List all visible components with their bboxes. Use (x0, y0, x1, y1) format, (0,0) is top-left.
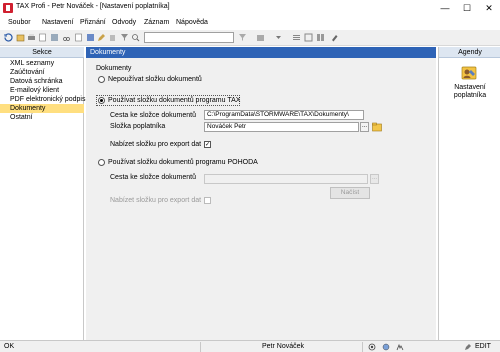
menu-zaznam[interactable]: Záznam (144, 19, 169, 26)
minimize-button[interactable]: — (434, 0, 456, 16)
tax-path-label: Cesta ke složce dokumentů (110, 112, 196, 119)
pohoda-export-label: Nabízet složku pro export dat (110, 197, 202, 204)
refresh-icon[interactable] (4, 33, 13, 42)
menu-soubor[interactable]: Soubor (8, 19, 31, 26)
open-folder-icon[interactable] (372, 122, 382, 132)
pohoda-path-field[interactable] (204, 174, 368, 184)
tax-path-field[interactable]: C:\ProgramData\STORMWARE\TAX\Dokumenty\ (204, 110, 364, 120)
section-item-pdf-podpis[interactable]: PDF elektronický podpis (0, 95, 85, 104)
delete-record-icon[interactable] (108, 33, 117, 42)
tax-export-checkbox[interactable]: ✓ (204, 141, 211, 148)
radio-no-documents[interactable] (98, 76, 105, 83)
pohoda-export-checkbox[interactable] (204, 197, 211, 204)
columns-icon[interactable] (316, 33, 325, 42)
agenda-panel-header: Agendy (439, 47, 500, 58)
export-icon[interactable] (50, 33, 59, 42)
radio-pohoda-documents[interactable] (98, 159, 105, 166)
taxpayer-settings-label[interactable]: Nastavení poplatníka (439, 84, 500, 100)
new-record-icon[interactable] (74, 33, 83, 42)
radio-tax-documents-label[interactable]: Používat složku dokumentů programu TAX (108, 97, 240, 104)
app-icon (3, 3, 13, 13)
section-item-xml-seznamy[interactable]: XML seznamy (0, 59, 84, 68)
menu-napoveda[interactable]: Nápověda (176, 19, 208, 26)
menu-bar: Soubor Nastavení Přiznání Odvody Záznam … (0, 16, 500, 30)
radio-no-documents-label[interactable]: Nepoužívat složku dokumentů (108, 76, 202, 83)
settings-icon[interactable] (330, 33, 339, 42)
section-item-zauctovani[interactable]: Zaúčtování (0, 68, 84, 77)
radio-tax-documents[interactable] (98, 97, 105, 104)
section-panel-header: Sekce (0, 47, 84, 58)
taxpayer-settings-icon[interactable] (460, 64, 478, 82)
section-panel: Sekce XML seznamy Zaúčtování Datová schr… (0, 47, 85, 340)
title-bar[interactable]: TAX Profi - Petr Nováček - [Nastavení po… (0, 0, 500, 16)
radio-pohoda-documents-label[interactable]: Používat složku dokumentů programu POHOD… (108, 159, 258, 166)
menu-nastaveni[interactable]: Nastavení (42, 19, 74, 26)
status-user: Petr Nováček (262, 343, 305, 350)
maximize-button[interactable]: ☐ (456, 0, 478, 16)
clear-filter-icon[interactable] (238, 33, 247, 42)
main-panel-header: Dokumenty (86, 47, 436, 58)
menu-odvody[interactable]: Odvody (112, 19, 136, 26)
search-icon[interactable] (131, 33, 140, 42)
edit-mode-icon (465, 344, 471, 350)
group-label: Dokumenty (96, 65, 132, 72)
cut-icon[interactable] (62, 33, 71, 42)
filter-combo[interactable] (144, 32, 234, 43)
menu-priznani[interactable]: Přiznání (80, 19, 106, 26)
main-panel: Dokumenty Dokumenty Nepoužívat složku do… (86, 47, 436, 340)
folder-icon[interactable] (256, 33, 265, 42)
tax-export-label: Nabízet složku pro export dat (110, 141, 202, 148)
list-view-icon[interactable] (292, 33, 301, 42)
at-icon (368, 343, 376, 351)
section-item-ostatni[interactable]: Ostatní (0, 113, 84, 122)
status-ok: OK (4, 343, 15, 350)
section-item-emailovy-klient[interactable]: E-mailový klient (0, 86, 84, 95)
toolbar (0, 30, 500, 46)
open-icon[interactable] (16, 33, 25, 42)
agenda-panel: Agendy Nastavení poplatníka (438, 47, 500, 340)
tax-folder-field[interactable]: Nováček Petr (204, 122, 359, 132)
tax-folder-label: Složka poplatníka (110, 123, 166, 130)
print-icon[interactable] (27, 33, 36, 42)
status-mode: EDIT (475, 343, 491, 350)
pohoda-path-browse-button[interactable]: ... (370, 174, 379, 184)
section-item-datova-schranka[interactable]: Datová schránka (0, 77, 84, 86)
load-button[interactable]: Načíst (330, 187, 370, 199)
edit-record-icon[interactable] (97, 33, 106, 42)
globe-icon (382, 343, 390, 351)
preview-icon[interactable] (38, 33, 47, 42)
section-item-dokumenty[interactable]: Dokumenty (0, 104, 84, 113)
status-separator (362, 342, 363, 352)
dropdown-icon[interactable] (274, 33, 283, 42)
save-record-icon[interactable] (86, 33, 95, 42)
filter-icon[interactable] (120, 33, 129, 42)
status-bar: OK Petr Nováček EDIT (0, 340, 500, 352)
signature-icon (396, 343, 404, 351)
close-button[interactable]: ✕ (478, 0, 500, 16)
detail-view-icon[interactable] (304, 33, 313, 42)
window-title: TAX Profi - Petr Nováček - [Nastavení po… (16, 3, 170, 10)
pohoda-path-label: Cesta ke složce dokumentů (110, 174, 196, 181)
tax-folder-browse-button[interactable]: ... (360, 122, 369, 132)
status-separator (200, 342, 201, 352)
